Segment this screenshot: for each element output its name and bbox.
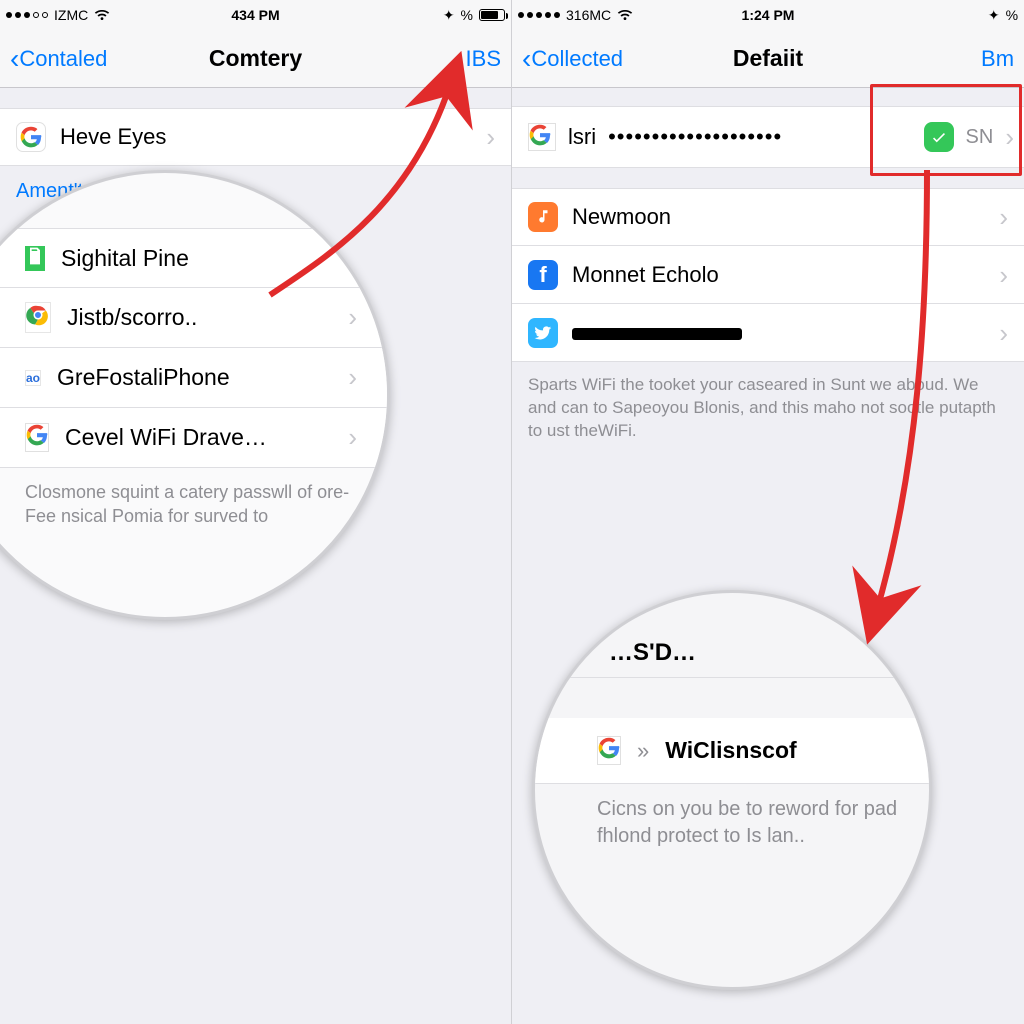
row-label: Heve Eyes (60, 124, 472, 150)
left-screenshot: IZMC 434 PM ✦ % ‹ Contaled Comtery IBS (0, 0, 512, 1024)
row-label-redacted (572, 320, 985, 346)
nav-bar: ‹ Collected Defaiit Bm (512, 30, 1024, 88)
wifi-icon (94, 9, 110, 21)
nav-right-button[interactable]: IBS (302, 46, 511, 72)
chrome-icon (25, 302, 51, 333)
chevron-left-icon: ‹ (522, 45, 531, 73)
clock-label: 434 PM (231, 7, 279, 23)
list-item[interactable]: Sighital Pine › (0, 228, 387, 288)
page-title: Comtery (209, 45, 302, 72)
signal-dots-icon (6, 12, 48, 18)
list-item[interactable]: f Monnet Echolo › (512, 246, 1024, 304)
nav-back-label: Collected (531, 46, 623, 72)
list-item[interactable]: Cevel WiFi Drave… › (0, 408, 387, 468)
chevron-right-icon: › (999, 204, 1008, 230)
magnifier-lens: Sighital Pine › Jistb/scorro.. › ao GreF… (0, 170, 390, 620)
apps-group: Newmoon › f Monnet Echolo › › (512, 188, 1024, 362)
facebook-icon: f (528, 260, 558, 290)
lens-footer: Cicns on you be to reword for pad fhlond… (535, 784, 929, 850)
chevron-left-icon: ‹ (10, 45, 19, 73)
carrier-label: 316MC (566, 7, 611, 23)
bird-icon (528, 318, 558, 348)
chevron-right-icon: › (348, 422, 357, 453)
chevron-right-icon: › (348, 243, 357, 274)
list-item[interactable]: Jistb/scorro.. › (0, 288, 387, 348)
nav-right-label: Bm (981, 46, 1014, 72)
status-bar: IZMC 434 PM ✦ % (0, 0, 511, 30)
wifi-icon (617, 9, 633, 21)
row-label: Cevel WiFi Drave… (65, 424, 332, 451)
password-mask: •••••••••••••••••••• (608, 124, 911, 150)
battery-icon (479, 9, 505, 21)
list-item[interactable]: Heve Eyes › (0, 108, 511, 166)
list-item[interactable]: Newmoon › (512, 188, 1024, 246)
clock-label: 1:24 PM (742, 7, 795, 23)
document-icon (25, 246, 45, 271)
google-icon (597, 736, 621, 765)
signal-dots-icon (518, 12, 560, 18)
chevron-right-icon: › (999, 262, 1008, 288)
battery-pct: % (1006, 7, 1018, 23)
nav-back-label: Contaled (19, 46, 107, 72)
google-icon (25, 423, 49, 452)
status-bar: 316MC 1:24 PM ✦ % (512, 0, 1024, 30)
password-label: lsri (568, 124, 596, 150)
highlight-box (870, 84, 1022, 176)
music-icon (528, 202, 558, 232)
magnifier-lens: …S'D… » WiClisnscof Cicns on you be to r… (532, 590, 932, 990)
nav-bar: ‹ Contaled Comtery IBS (0, 30, 511, 88)
section-footer: Sparts WiFi the tooket your caseared in … (512, 362, 1024, 443)
page-title: Defaiit (733, 45, 803, 72)
row-group-top: Heve Eyes › (0, 108, 511, 166)
row-label: Newmoon (572, 204, 985, 230)
nav-back-button[interactable]: ‹ Collected (512, 45, 733, 73)
lens-header: …S'D… (535, 639, 929, 678)
nav-right-button[interactable]: Bm (803, 46, 1024, 72)
google-icon (528, 123, 556, 151)
chevron-right-icon: › (999, 320, 1008, 346)
list-item[interactable]: ao GreFostaliPhone › (0, 348, 387, 408)
app-icon: ao (25, 370, 41, 386)
right-screenshot: 316MC 1:24 PM ✦ % ‹ Collected Defaiit Bm (512, 0, 1024, 1024)
list-item[interactable]: » WiClisnscof (535, 718, 929, 784)
row-label: Jistb/scorro.. (67, 304, 332, 331)
bolt-icon: ✦ (443, 7, 455, 24)
chevron-right-icon: › (348, 362, 357, 393)
row-label: GreFostaliPhone (57, 364, 332, 391)
battery-pct: % (461, 7, 473, 23)
google-icon (16, 122, 46, 152)
row-label: Sighital Pine (61, 245, 332, 272)
chevron-right-icon: › (486, 124, 495, 150)
section-footer: Closmone squint a catery passwll of ore-… (0, 468, 387, 529)
nav-back-button[interactable]: ‹ Contaled (0, 45, 209, 73)
breadcrumb-separator-icon: » (637, 738, 649, 764)
row-label: Monnet Echolo (572, 262, 985, 288)
nav-right-label: IBS (466, 46, 501, 72)
list-item[interactable]: › (512, 304, 1024, 362)
carrier-label: IZMC (54, 7, 88, 23)
bolt-icon: ✦ (988, 7, 1000, 24)
chevron-right-icon: › (348, 302, 357, 333)
row-label: WiClisnscof (665, 737, 899, 764)
